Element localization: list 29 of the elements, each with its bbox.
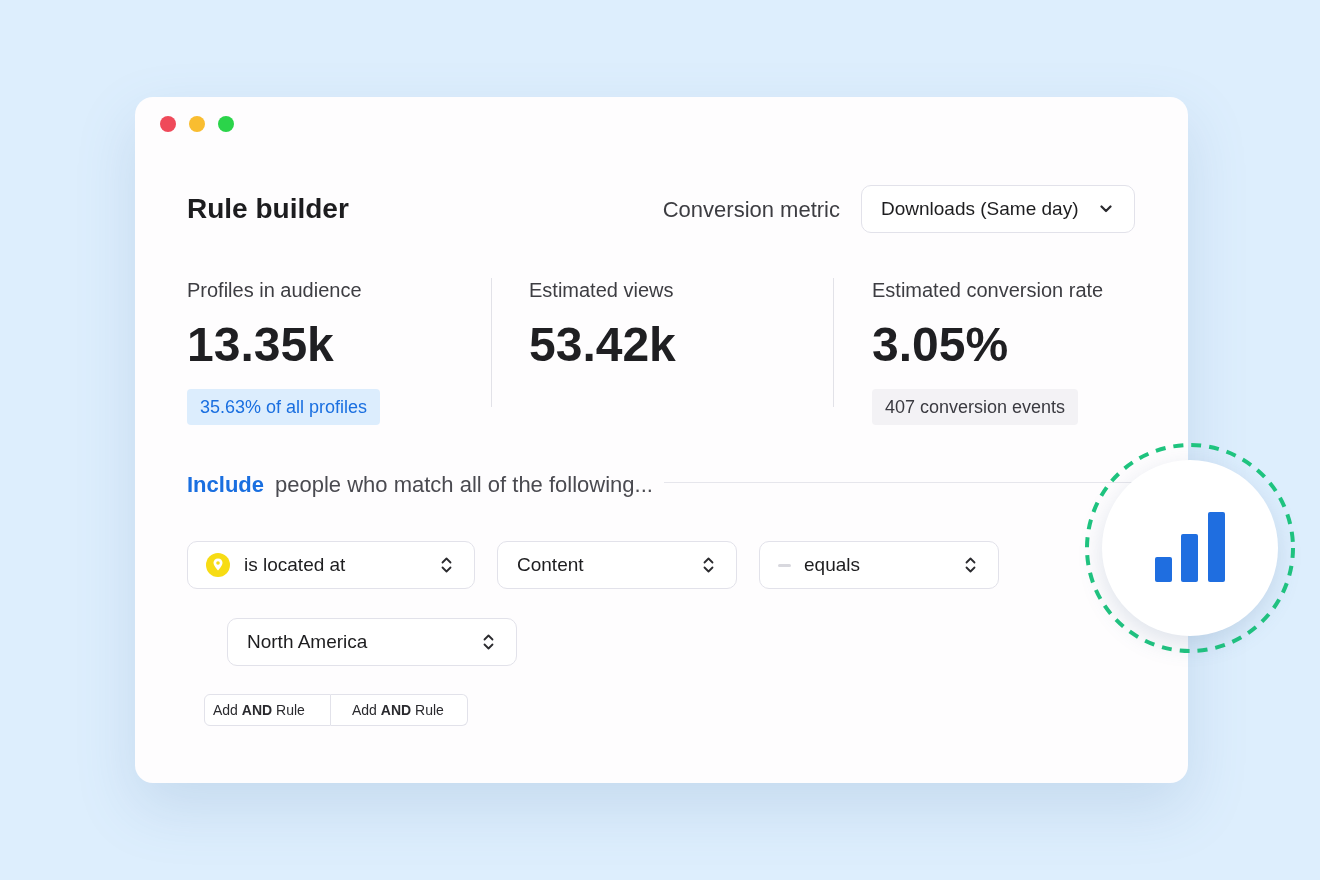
select-field[interactable]: equals bbox=[759, 541, 999, 589]
stat-badge: 35.63% of all profiles bbox=[187, 389, 381, 425]
stat-label: Profiles in audience bbox=[187, 278, 362, 302]
window-title: Rule builder bbox=[187, 195, 349, 223]
metric-dropdown[interactable]: Downloads (Same day) bbox=[861, 185, 1135, 233]
chevron-updown-icon bbox=[483, 634, 494, 650]
chevron-down-icon bbox=[1100, 205, 1112, 213]
include-selector[interactable]: Include bbox=[187, 467, 264, 501]
stat-badge: 407 conversion events bbox=[872, 389, 1079, 425]
include-description: people who match all of the following... bbox=[275, 470, 653, 499]
dash-icon bbox=[778, 563, 791, 567]
select-field[interactable]: Content bbox=[497, 541, 737, 589]
stat-label: Estimated views bbox=[529, 278, 674, 302]
stat-value: 53.42k bbox=[529, 317, 676, 373]
chevron-updown-icon bbox=[441, 557, 452, 573]
stat-label: Estimated conversion rate bbox=[872, 278, 1104, 302]
add-rule-button[interactable]: Add AND Rule bbox=[331, 694, 468, 726]
select-field[interactable]: is located at bbox=[187, 541, 475, 589]
add-rule-button[interactable]: Add AND Rule bbox=[204, 694, 331, 726]
chevron-updown-icon bbox=[965, 557, 976, 573]
metric-label: Conversion metric bbox=[662, 195, 840, 224]
stat-value: 13.35k bbox=[187, 317, 334, 373]
zoom-button[interactable] bbox=[218, 116, 234, 132]
stat-value: 3.05% bbox=[872, 317, 1009, 373]
map-pin-icon bbox=[206, 553, 230, 577]
close-button[interactable] bbox=[160, 116, 176, 132]
minimize-button[interactable] bbox=[189, 116, 205, 132]
select-field[interactable]: North America bbox=[227, 618, 517, 666]
chevron-updown-icon bbox=[703, 557, 714, 573]
